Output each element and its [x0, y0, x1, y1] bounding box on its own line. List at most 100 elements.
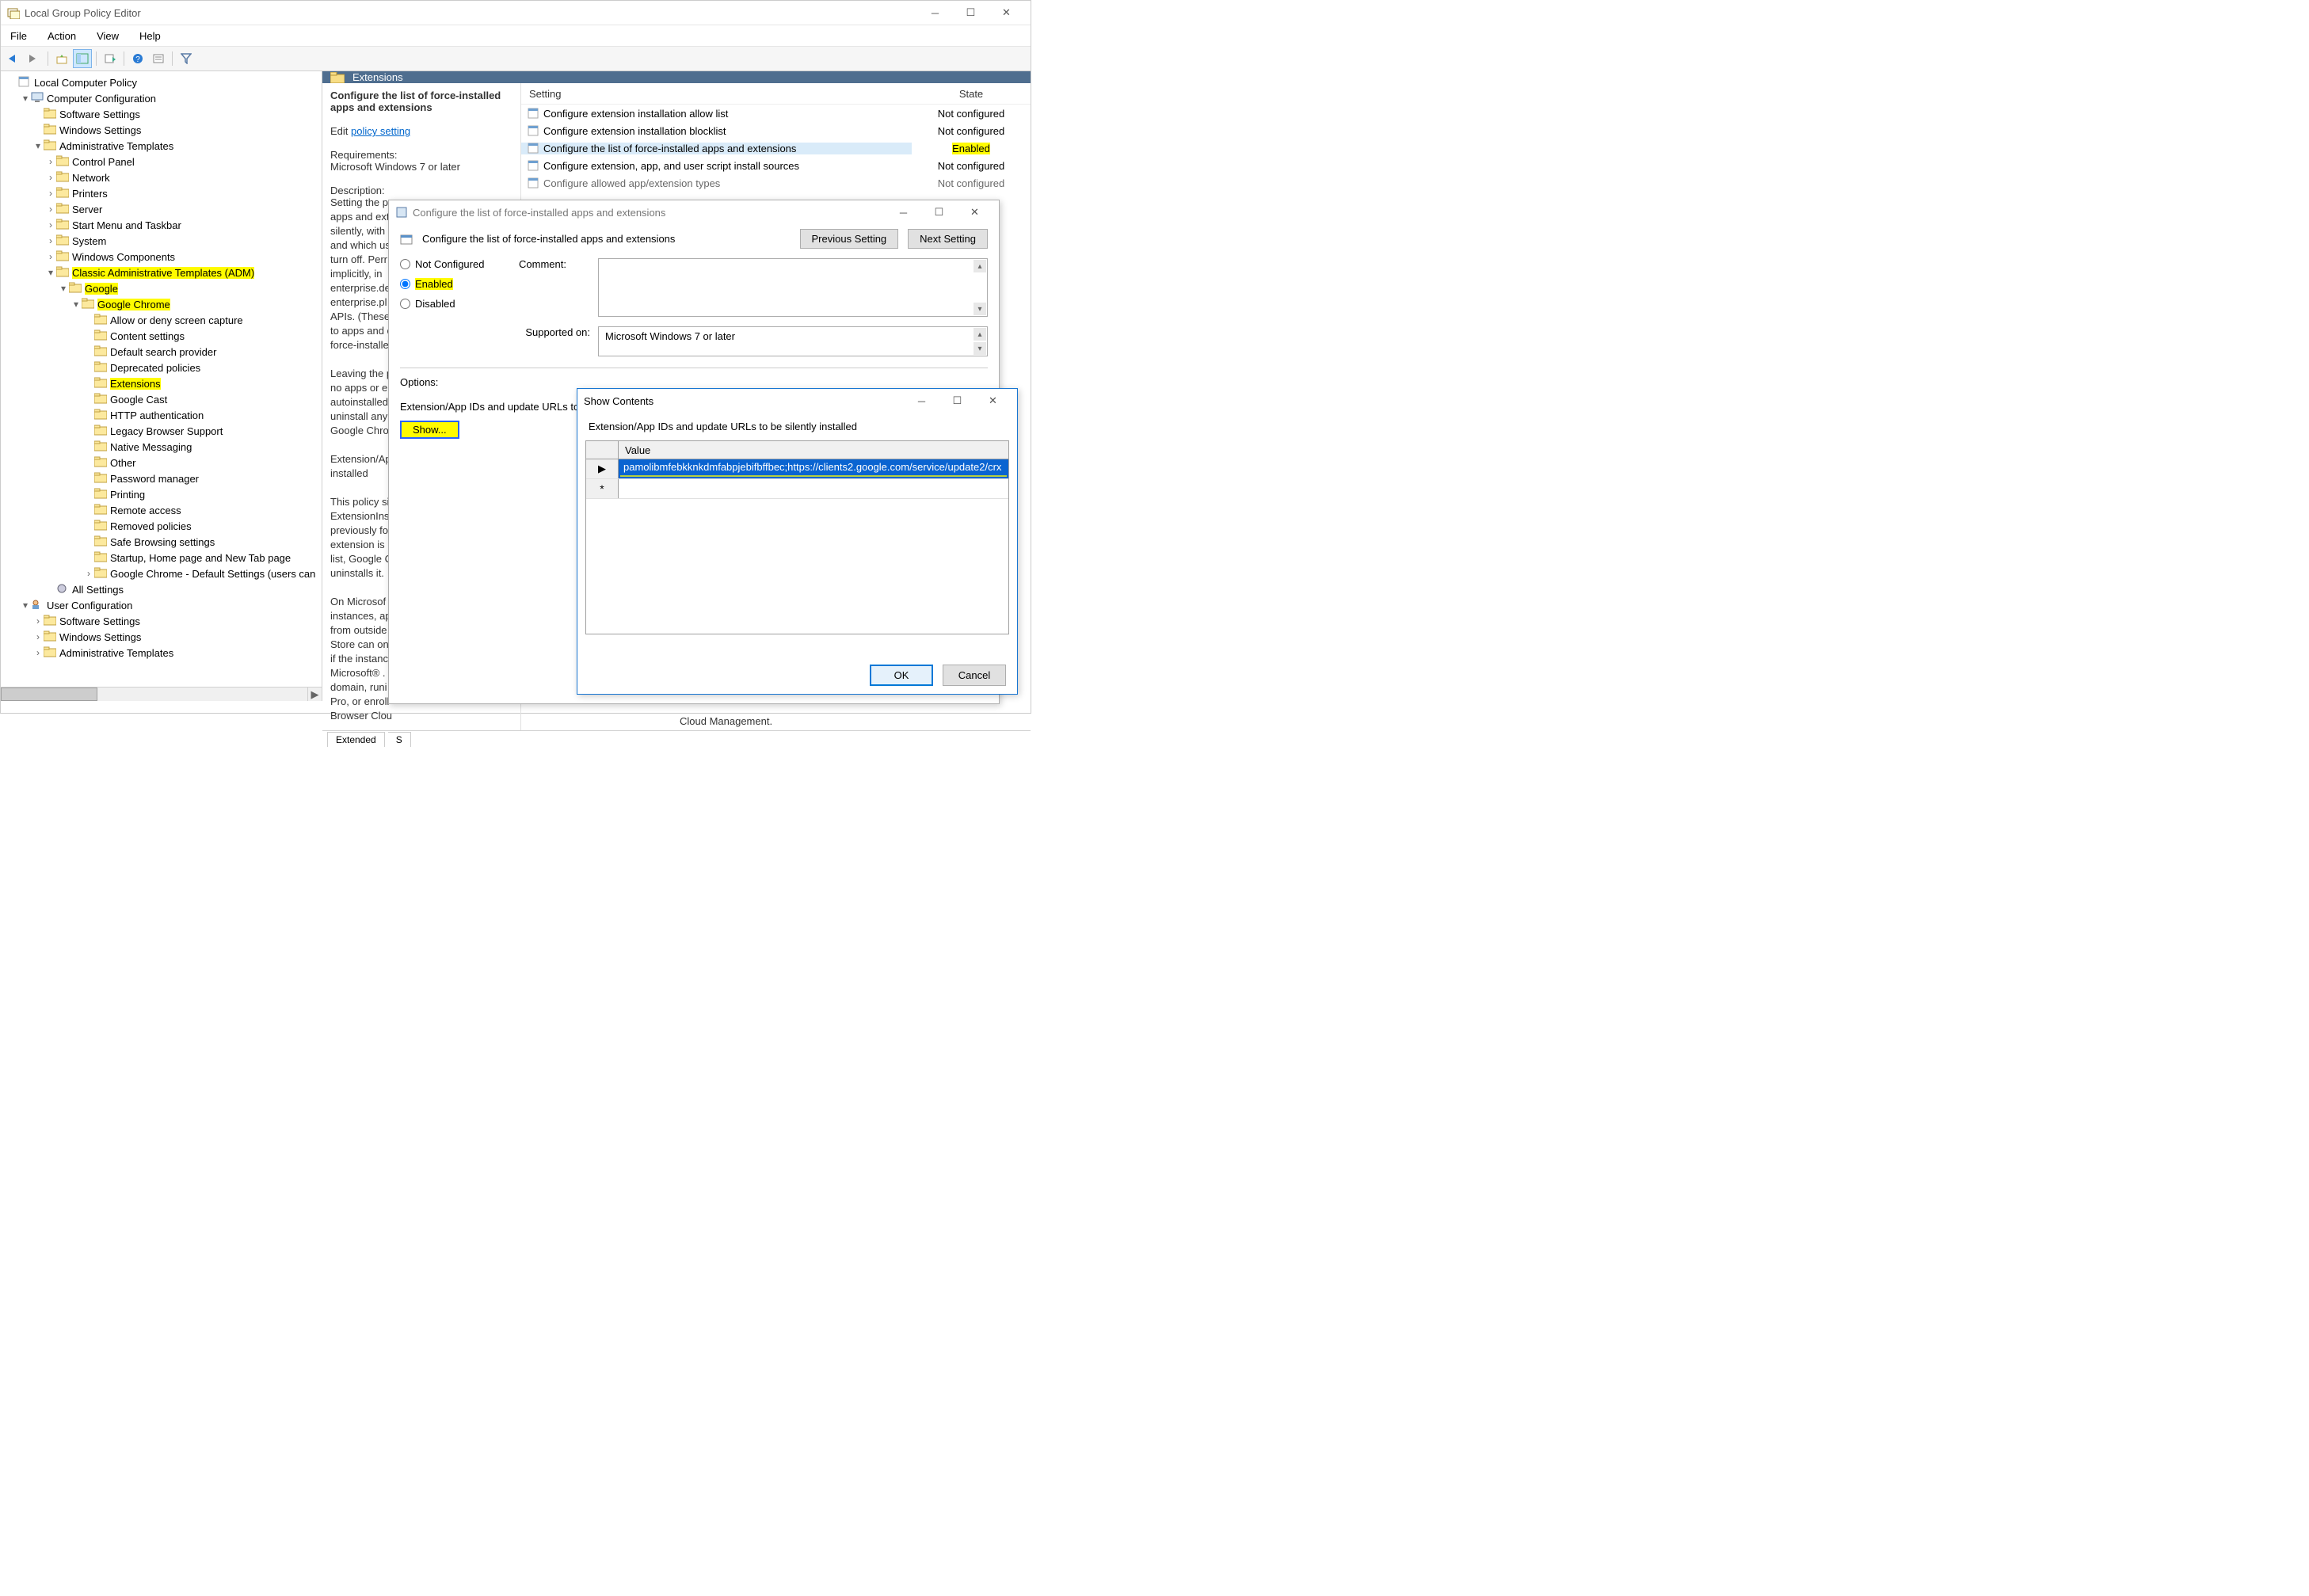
menu-action[interactable]: Action — [43, 29, 81, 44]
tree-u-software[interactable]: ›Software Settings — [4, 613, 322, 629]
filter-button[interactable] — [177, 49, 196, 68]
dlg1-maximize[interactable]: ☐ — [921, 200, 957, 224]
tree-adm-4[interactable]: ›Start Menu and Taskbar — [4, 217, 322, 233]
tree-chrome-7[interactable]: Legacy Browser Support — [4, 423, 322, 439]
tree-google[interactable]: ▾Google — [4, 280, 322, 296]
tab-extended[interactable]: Extended — [327, 732, 385, 747]
tree-chrome-6[interactable]: HTTP authentication — [4, 407, 322, 423]
grid-row-new[interactable]: * — [586, 479, 1008, 499]
tree-u-windows[interactable]: ›Windows Settings — [4, 629, 322, 645]
dlg1-titlebar[interactable]: Configure the list of force-installed ap… — [389, 200, 999, 224]
edit-link[interactable]: Edit policy setting — [330, 125, 512, 137]
tree-chrome-13[interactable]: Removed policies — [4, 518, 322, 534]
dlg1-minimize[interactable]: ─ — [886, 200, 921, 224]
show-button[interactable]: Show... — [400, 421, 459, 439]
help-button[interactable]: ? — [128, 49, 147, 68]
radio-enabled[interactable]: Enabled — [400, 278, 503, 290]
tree-all-settings[interactable]: All Settings — [4, 581, 322, 597]
properties-button[interactable] — [149, 49, 168, 68]
col-setting[interactable]: Setting — [521, 88, 912, 100]
forward-button[interactable] — [25, 49, 44, 68]
tree-chrome-15[interactable]: Startup, Home page and New Tab page — [4, 550, 322, 566]
tree-chrome-4[interactable]: Extensions — [4, 375, 322, 391]
window-title: Local Group Policy Editor — [25, 7, 917, 19]
dlg2-minimize[interactable]: ─ — [904, 389, 939, 413]
tree-chrome-12[interactable]: Remote access — [4, 502, 322, 518]
tree-chrome-0[interactable]: Allow or deny screen capture — [4, 312, 322, 328]
setting-icon — [528, 125, 539, 136]
tree-chrome[interactable]: ▾Google Chrome — [4, 296, 322, 312]
close-button[interactable]: ✕ — [989, 1, 1024, 25]
scroll-right-arrow[interactable]: ▶ — [307, 688, 322, 701]
tree-chrome-11[interactable]: Printing — [4, 486, 322, 502]
tree-chrome-1[interactable]: Content settings — [4, 328, 322, 344]
tree-adm-2[interactable]: ›Printers — [4, 185, 322, 201]
tree-adm-1[interactable]: ›Network — [4, 170, 322, 185]
minimize-button[interactable]: ─ — [917, 1, 953, 25]
tab-standard[interactable]: S — [388, 732, 411, 747]
col-state[interactable]: State — [912, 88, 1031, 100]
grid-corner[interactable] — [586, 441, 619, 459]
setting-name: Configure the list of force-installed ap… — [543, 143, 796, 154]
empty-cell[interactable] — [619, 479, 1008, 498]
show-hide-tree-button[interactable] — [73, 49, 92, 68]
show-contents-dialog: Show Contents ─ ☐ ✕ Extension/App IDs an… — [577, 388, 1018, 695]
next-setting-button[interactable]: Next Setting — [908, 229, 988, 249]
tree-adm-0[interactable]: ›Control Panel — [4, 154, 322, 170]
dlg2-maximize[interactable]: ☐ — [939, 389, 975, 413]
tree-chrome-14[interactable]: Safe Browsing settings — [4, 534, 322, 550]
menu-help[interactable]: Help — [135, 29, 166, 44]
desc-line-36: Browser Clou — [330, 710, 512, 724]
tree-chrome-3[interactable]: Deprecated policies — [4, 360, 322, 375]
setting-row-4[interactable]: Configure allowed app/extension types No… — [521, 174, 1031, 192]
tree-chrome-8[interactable]: Native Messaging — [4, 439, 322, 455]
list-header[interactable]: Setting State — [521, 83, 1031, 105]
maximize-button[interactable]: ☐ — [953, 1, 989, 25]
svg-text:?: ? — [135, 55, 140, 64]
tree-root[interactable]: Local Computer Policy — [4, 74, 322, 90]
tree-user-config[interactable]: ▾User Configuration — [4, 597, 322, 613]
setting-row-0[interactable]: Configure extension installation allow l… — [521, 105, 1031, 122]
export-list-button[interactable] — [101, 49, 120, 68]
titlebar[interactable]: Local Group Policy Editor ─ ☐ ✕ — [1, 1, 1031, 25]
grid-row-1[interactable]: ▶ pamolibmfebkknkdmfabpjebifbffbec;https… — [586, 459, 1008, 479]
tree-windows-settings[interactable]: Windows Settings — [4, 122, 322, 138]
setting-row-1[interactable]: Configure extension installation blockli… — [521, 122, 1031, 139]
ok-button[interactable]: OK — [870, 665, 933, 686]
grid-col-value[interactable]: Value — [619, 441, 1008, 459]
tree-adm-6[interactable]: ›Windows Components — [4, 249, 322, 265]
tree-admin-templates[interactable]: ▾Administrative Templates — [4, 138, 322, 154]
scroll-thumb[interactable] — [1, 688, 97, 701]
tree-chrome-10[interactable]: Password manager — [4, 470, 322, 486]
menu-file[interactable]: File — [6, 29, 32, 44]
up-button[interactable] — [52, 49, 71, 68]
value-cell[interactable]: pamolibmfebkknkdmfabpjebifbffbec;https:/… — [619, 459, 1008, 478]
tree-chrome-16[interactable]: ›Google Chrome - Default Settings (users… — [4, 566, 322, 581]
previous-setting-button[interactable]: Previous Setting — [800, 229, 899, 249]
dlg2-close[interactable]: ✕ — [975, 389, 1011, 413]
tree-pane[interactable]: Local Computer Policy▾Computer Configura… — [1, 71, 322, 701]
menu-view[interactable]: View — [92, 29, 124, 44]
tree-software-settings[interactable]: Software Settings — [4, 106, 322, 122]
new-row-indicator[interactable]: * — [586, 479, 619, 498]
tree-chrome-9[interactable]: Other — [4, 455, 322, 470]
comment-textarea[interactable]: ▴▾ — [598, 258, 988, 317]
tree-chrome-5[interactable]: Google Cast — [4, 391, 322, 407]
radio-not-configured[interactable]: Not Configured — [400, 258, 503, 270]
setting-row-2[interactable]: Configure the list of force-installed ap… — [521, 139, 1031, 157]
dlg2-titlebar[interactable]: Show Contents ─ ☐ ✕ — [577, 389, 1017, 413]
tree-adm-5[interactable]: ›System — [4, 233, 322, 249]
cancel-button[interactable]: Cancel — [943, 665, 1006, 686]
radio-disabled[interactable]: Disabled — [400, 298, 503, 310]
dlg1-close[interactable]: ✕ — [957, 200, 993, 224]
tree-adm-3[interactable]: ›Server — [4, 201, 322, 217]
back-button[interactable] — [4, 49, 23, 68]
tree-classic-adm[interactable]: ▾Classic Administrative Templates (ADM) — [4, 265, 322, 280]
tree-chrome-2[interactable]: Default search provider — [4, 344, 322, 360]
setting-row-3[interactable]: Configure extension, app, and user scrip… — [521, 157, 1031, 174]
tree-computer-config[interactable]: ▾Computer Configuration — [4, 90, 322, 106]
row-indicator[interactable]: ▶ — [586, 459, 619, 478]
tree-u-admin[interactable]: ›Administrative Templates — [4, 645, 322, 661]
values-grid[interactable]: Value ▶ pamolibmfebkknkdmfabpjebifbffbec… — [585, 440, 1009, 634]
tree-hscroll[interactable]: ▶ — [1, 687, 322, 701]
